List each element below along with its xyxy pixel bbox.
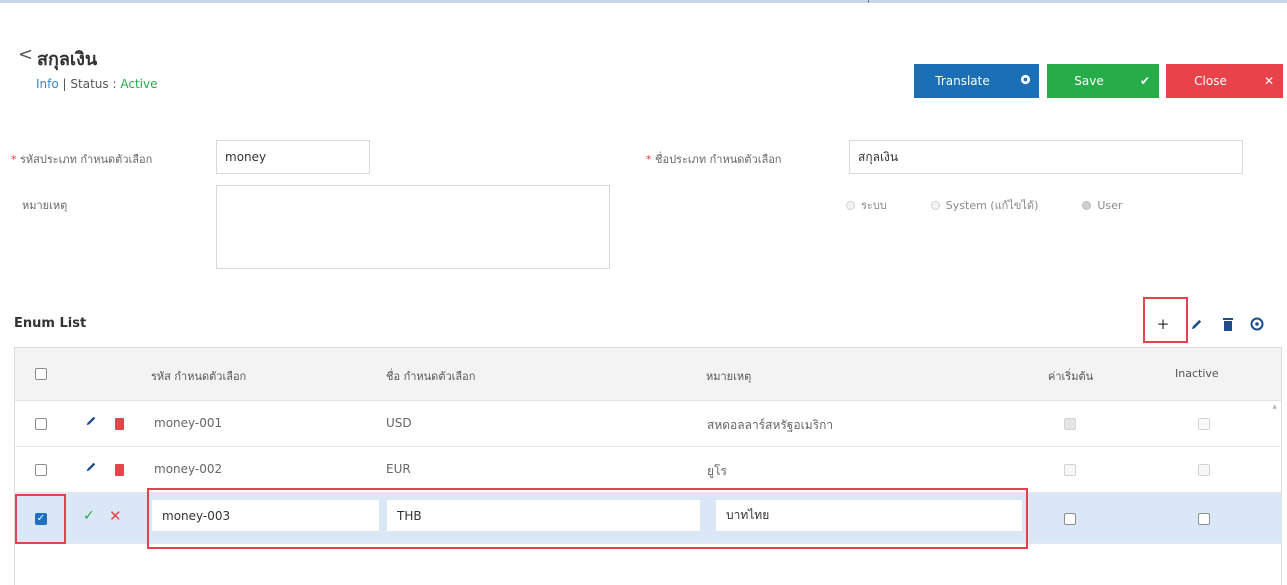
col-name: ชื่อ กำหนดตัวเลือก [386,370,476,383]
table-row[interactable]: money-001 USD สหดอลลาร์สหรัฐอเมริกา [15,401,1281,447]
pencil-icon[interactable] [1183,309,1209,339]
cell-remark: สหดอลลาร์สหรัฐอเมริกา [707,418,834,432]
radio-system-editable[interactable]: System (แก้ไขได้) [930,196,1038,214]
info-link[interactable]: Info [36,77,59,91]
page-title: สกุลเงิน [37,49,98,70]
check-icon: ✔ [1139,74,1151,88]
cell-name: USD [386,416,412,430]
name-label: * ชื่อประเภท กำหนดตัวเลือก [646,153,782,166]
name-input[interactable]: สกุลเงิน [849,140,1243,174]
pencil-icon[interactable] [85,415,97,431]
status-value: Active [120,77,158,91]
row-checkbox[interactable] [35,418,47,430]
default-checkbox[interactable] [1064,513,1076,525]
scroll-up-arrow[interactable]: ▲ [1272,403,1277,410]
cell-remark: ยูโร [707,464,727,478]
table-header: รหัส กำหนดตัวเลือก ชื่อ กำหนดตัวเลือก หม… [15,348,1281,401]
inactive-checkbox [1198,418,1210,430]
radio-circle [930,200,940,210]
add-highlight [1143,297,1188,343]
table-row[interactable]: money-002 EUR ยูโร [15,447,1281,493]
col-default: ค่าเริ่มต้น [1048,370,1094,383]
close-button[interactable]: Close ✕ [1166,64,1283,98]
col-code: รหัส กำหนดตัวเลือก [151,370,247,383]
status-label: Status : [70,77,117,91]
remark-label: หมายเหตุ [22,199,68,212]
inactive-checkbox [1198,464,1210,476]
top-tick: ʼ [867,0,870,10]
remark-textarea[interactable] [216,185,610,269]
translate-label: Translate [935,74,990,88]
cancel-icon[interactable]: ✕ [109,507,122,525]
required-mark: * [646,153,652,166]
separator: | [62,77,67,91]
close-icon: ✕ [1263,74,1275,88]
enum-table: รหัส กำหนดตัวเลือก ชื่อ กำหนดตัวเลือก หม… [14,347,1282,585]
confirm-icon[interactable]: ✓ [83,508,95,524]
cell-code: money-002 [154,462,223,476]
enum-list-title: Enum List [14,316,87,331]
trash-icon[interactable] [1215,309,1241,339]
refresh-icon[interactable] [1244,309,1270,339]
save-label: Save [1074,74,1104,88]
col-inactive: Inactive [1175,367,1219,380]
radio-circle [846,200,855,210]
top-border: ʼ [0,0,1287,10]
status-line: Info | Status : Active [36,77,157,91]
radio-system[interactable]: ระบบ [846,196,887,214]
translate-button[interactable]: Translate [914,64,1039,98]
code-label: * รหัสประเภท กำหนดตัวเลือก [11,153,153,166]
trash-icon[interactable] [115,464,124,476]
save-button[interactable]: Save ✔ [1047,64,1159,98]
required-mark: * [11,153,17,166]
select-all-checkbox[interactable] [35,368,47,380]
inactive-checkbox[interactable] [1198,513,1210,525]
close-label: Close [1194,74,1227,88]
cell-name: EUR [386,462,411,476]
col-remark: หมายเหตุ [706,370,752,383]
pencil-icon[interactable] [85,461,97,477]
radio-user[interactable]: User [1082,199,1122,212]
default-checkbox [1064,464,1076,476]
back-icon[interactable]: < [18,44,33,65]
checkbox-highlight [15,494,66,544]
trash-icon[interactable] [115,418,124,430]
edit-row-highlight [147,488,1028,549]
cell-code: money-001 [154,416,223,430]
type-radio-group: ระบบ System (แก้ไขได้) User [846,196,1122,214]
radio-circle-selected [1082,200,1092,210]
globe-icon [1011,74,1039,88]
default-checkbox [1064,418,1076,430]
code-input[interactable]: money [216,140,370,174]
row-checkbox[interactable] [35,464,47,476]
